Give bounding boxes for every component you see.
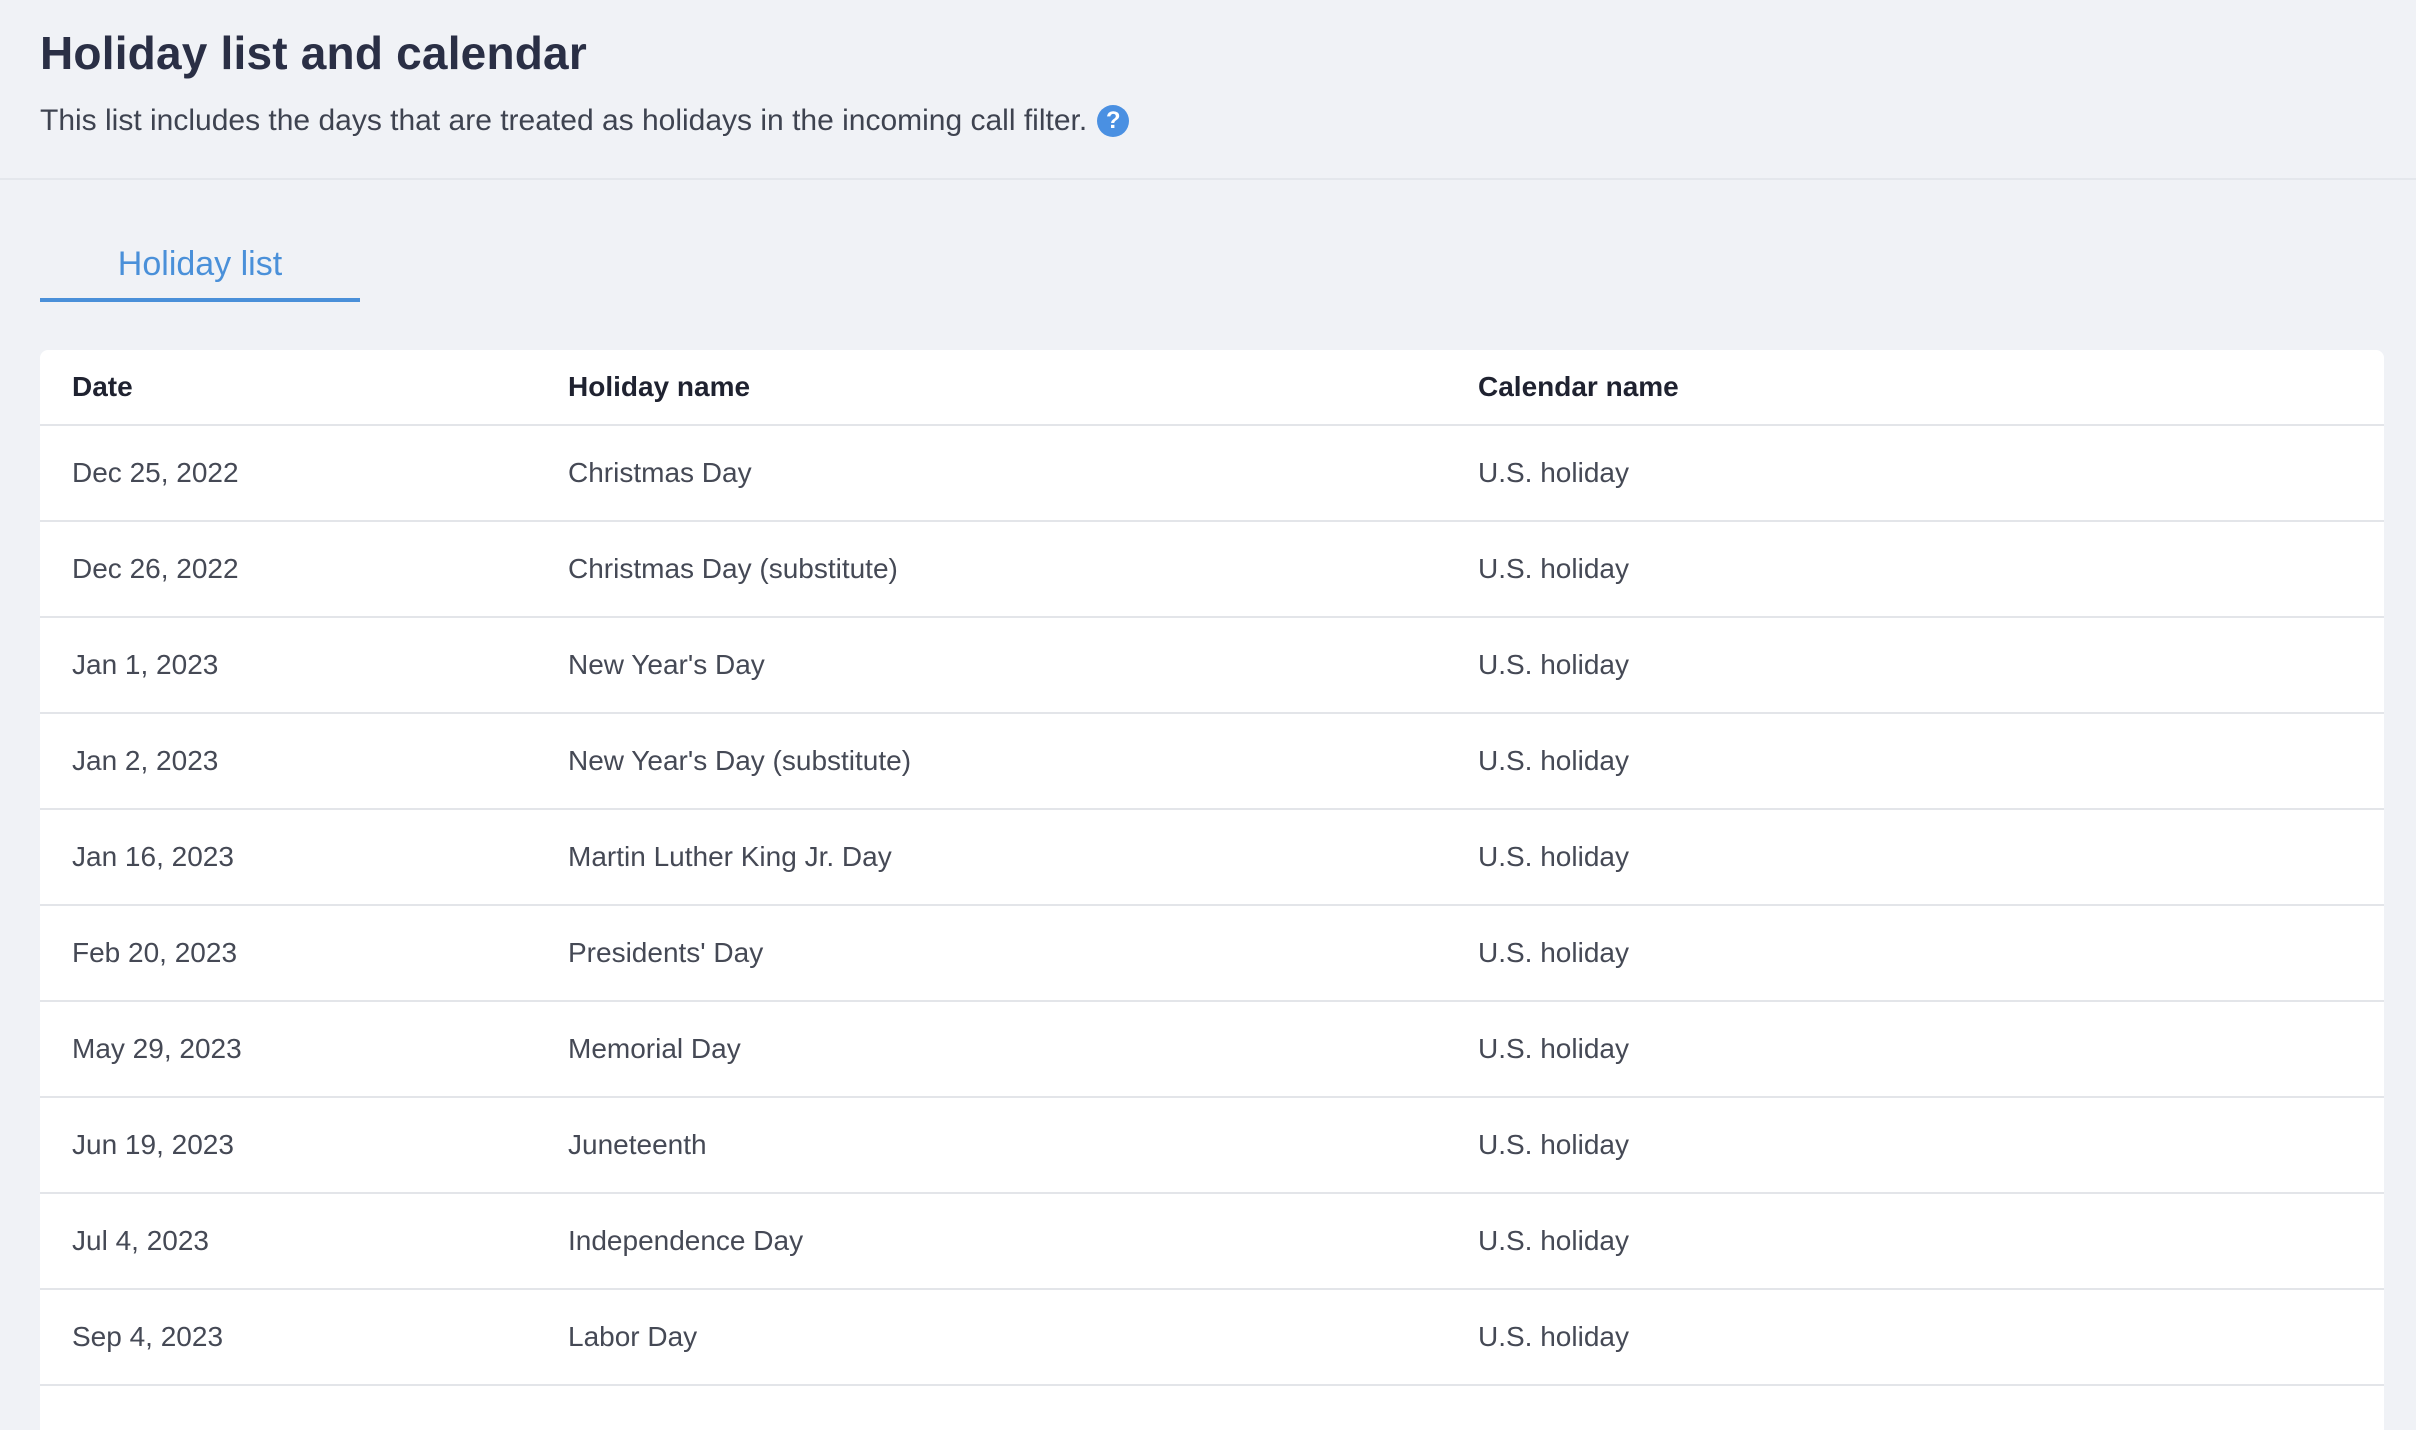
page-title: Holiday list and calendar — [40, 27, 587, 79]
cell-calendar-name: U.S. holiday — [1478, 1033, 1629, 1064]
tab-bar: Holiday list — [40, 238, 360, 302]
cell-holiday-name: Christmas Day (substitute) — [568, 553, 898, 584]
cell-holiday-name: Christmas Day — [568, 457, 752, 488]
cell-holiday-name: Memorial Day — [568, 1033, 741, 1064]
page-description-text: This list includes the days that are tre… — [40, 104, 1088, 137]
cell-calendar-name: U.S. holiday — [1478, 649, 1629, 680]
cell-holiday-name: Martin Luther King Jr. Day — [568, 841, 892, 872]
cell-calendar-name: U.S. holiday — [1478, 1225, 1629, 1256]
cell-date: Jul 4, 2023 — [72, 1225, 209, 1256]
table-row: Jan 1, 2023 New Year's Day U.S. holiday — [40, 618, 2384, 714]
cell-date: Jan 1, 2023 — [72, 649, 219, 680]
table-row: Dec 25, 2022 Christmas Day U.S. holiday — [40, 426, 2384, 522]
cell-date: Jan 16, 2023 — [72, 841, 234, 872]
column-header-holiday-name: Holiday name — [568, 371, 751, 402]
cell-holiday-name: Labor Day — [568, 1321, 698, 1352]
table-row: Jan 16, 2023 Martin Luther King Jr. Day U.… — [40, 810, 2384, 906]
cell-date: Jun 19, 2023 — [72, 1129, 234, 1160]
help-icon[interactable]: ? — [1097, 105, 1130, 137]
cell-date: Jan 2, 2023 — [72, 745, 219, 776]
page-description: This list includes the days that are tre… — [40, 104, 1130, 138]
cell-holiday-name: Juneteenth — [568, 1129, 707, 1160]
cell-calendar-name: U.S. holiday — [1478, 745, 1629, 776]
cell-date: Dec 25, 2022 — [72, 457, 239, 488]
cell-calendar-name: U.S. holiday — [1478, 457, 1629, 488]
table-row: Sep 4, 2023 Labor Day U.S. holiday — [40, 1290, 2384, 1386]
table-header: Date Holiday name Calendar name — [40, 350, 2384, 426]
cell-calendar-name: U.S. holiday — [1478, 937, 1629, 968]
cell-date: Feb 20, 2023 — [72, 937, 238, 968]
table-row: Jul 4, 2023 Independence Day U.S. holiday — [40, 1194, 2384, 1290]
table-row: Jun 19, 2023 Juneteenth U.S. holiday — [40, 1098, 2384, 1194]
table-body: Dec 25, 2022 Christmas Day U.S. holiday Dec… — [40, 426, 2384, 1386]
table-row: May 29, 2023 Memorial Day U.S. holiday — [40, 1002, 2384, 1098]
cell-holiday-name: New Year's Day (substitute) — [568, 745, 912, 776]
cell-calendar-name: U.S. holiday — [1478, 1321, 1629, 1352]
cell-date: May 29, 2023 — [72, 1033, 242, 1064]
cell-holiday-name: New Year's Day — [568, 649, 765, 680]
cell-date: Dec 26, 2022 — [72, 553, 239, 584]
column-header-calendar-name: Calendar name — [1478, 371, 1679, 402]
cell-calendar-name: U.S. holiday — [1478, 841, 1629, 872]
cell-holiday-name: Independence Day — [568, 1225, 804, 1256]
holiday-table: Date Holiday name Calendar name Dec 25, … — [40, 350, 2384, 1430]
cell-calendar-name: U.S. holiday — [1478, 553, 1629, 584]
table-row: Dec 26, 2022 Christmas Day (substitute) U.… — [40, 522, 2384, 618]
table-row: Feb 20, 2023 Presidents' Day U.S. holiday — [40, 906, 2384, 1002]
cell-holiday-name: Presidents' Day — [568, 937, 764, 968]
column-header-date: Date — [72, 371, 133, 402]
page-header: Holiday list and calendar This list incl… — [0, 0, 2416, 180]
tab-holiday-list[interactable]: Holiday list — [40, 238, 360, 302]
cell-calendar-name: U.S. holiday — [1478, 1129, 1629, 1160]
table-row: Jan 2, 2023 New Year's Day (substitute) U.… — [40, 714, 2384, 810]
cell-date: Sep 4, 2023 — [72, 1321, 224, 1352]
